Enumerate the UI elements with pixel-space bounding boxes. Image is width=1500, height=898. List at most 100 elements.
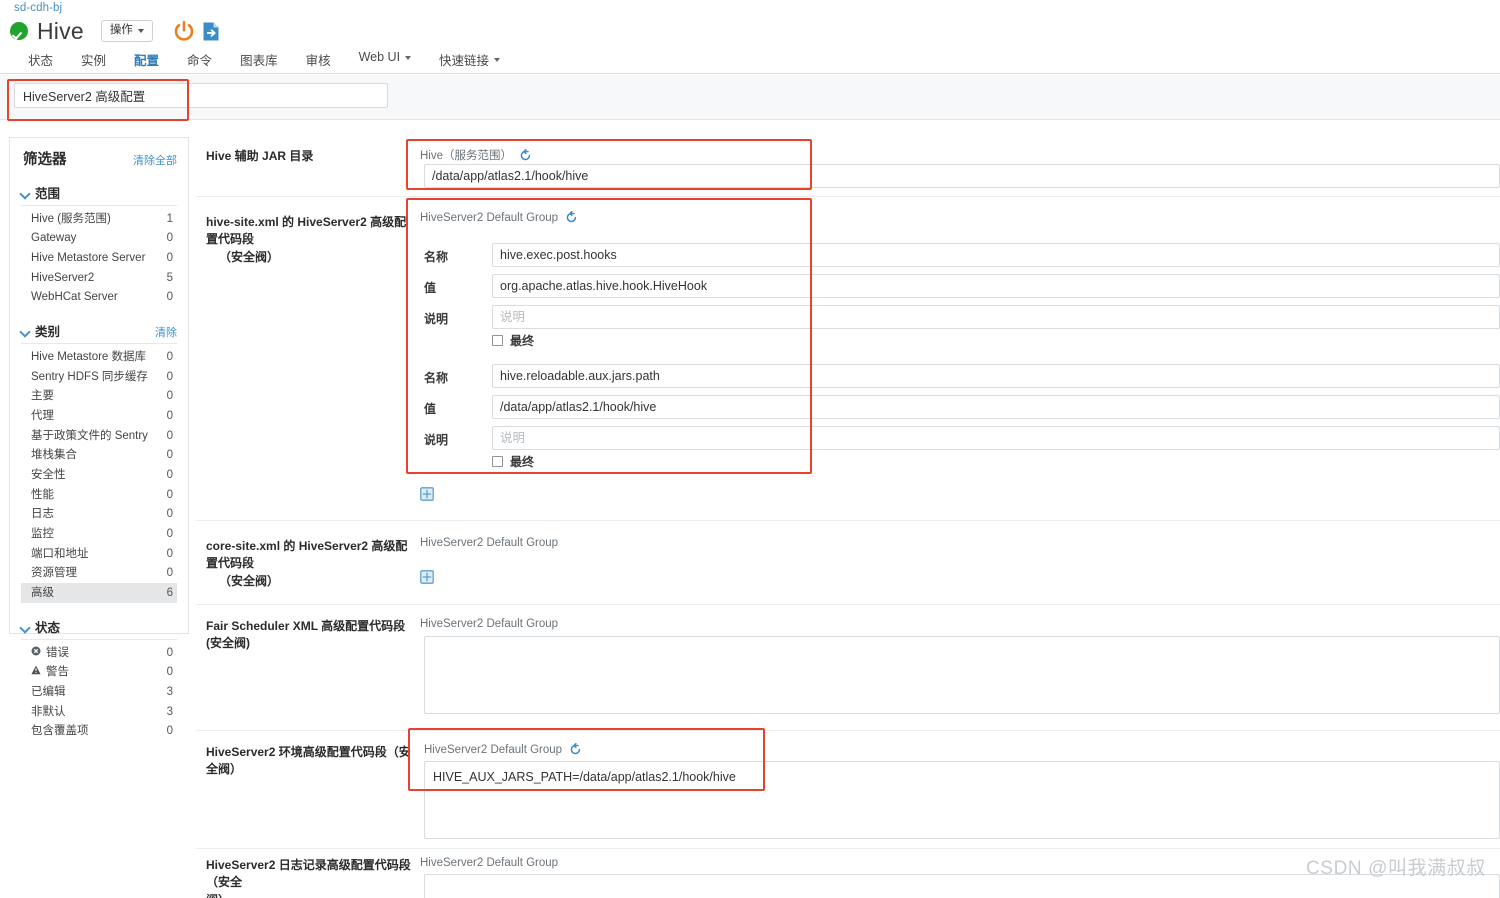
export-client-config-icon[interactable] [201,21,222,42]
sidebar-item-monitoring[interactable]: 监控 0 [21,524,177,544]
breadcrumb-cluster-link[interactable]: sd-cdh-bj [14,2,62,14]
config-scope-line: HiveServer2 Default Group [420,857,558,869]
filter-item-count: 5 [166,271,173,284]
tab-configuration[interactable]: 配置 [120,50,173,78]
property-name-label: 名称 [424,250,449,264]
reset-to-default-icon[interactable] [565,211,578,224]
config-scope-label: HiveServer2 Default Group [420,857,559,869]
config-label: HiveServer2 环境高级配置代码段（安全阀） [206,744,418,779]
tab-audits[interactable]: 审核 [292,50,345,77]
filter-item-count: 0 [166,666,173,679]
power-restart-icon[interactable] [174,20,194,42]
sidebar-item-logs[interactable]: 日志 0 [21,505,177,525]
config-label-text: hive-site.xml 的 HiveServer2 高级配置代码段 [206,215,407,247]
property-value-input-1[interactable] [492,395,1500,419]
sidebar-item-policy-file-sentry[interactable]: 基于政策文件的 Sentry 0 [21,426,177,446]
sidebar-item-hiveserver2[interactable]: HiveServer2 5 [21,268,177,288]
property-final-checkbox-row-1[interactable]: 最终 [492,453,534,470]
sidebar-item-hive-service-wide[interactable]: Hive (服务范围) 1 [21,209,177,229]
config-label-text: HiveServer2 日志记录高级配置代码段（安全 [206,858,411,890]
search-input[interactable] [14,83,388,108]
sidebar-item-webhcat-server[interactable]: WebHCat Server 0 [21,288,177,308]
reset-to-default-icon[interactable] [519,148,532,162]
config-scope-label: HiveServer2 Default Group [420,618,559,630]
actions-dropdown-label: 操作 [109,24,133,37]
config-label-subtext: （安全阀） [219,249,280,264]
config-scope-line: HiveServer2 Default Group [420,211,578,224]
sidebar-item-gateway[interactable]: Gateway 0 [21,229,177,249]
warning-icon [31,664,42,681]
property-name-input-0[interactable] [492,243,1500,267]
filter-item-label: 高级 [31,586,54,599]
reset-to-default-icon[interactable] [569,743,582,756]
sidebar-item-proxy[interactable]: 代理 0 [21,406,177,426]
config-label-subtext: （安全阀） [219,573,280,588]
filter-group-status: 状态 错误 0 警告 0 已编辑 3 非默认 3 包含覆盖项 0 [10,617,188,741]
tab-status[interactable]: 状态 [14,50,67,77]
page-title: Hive [37,17,84,44]
filter-item-label: Sentry HDFS 同步缓存 [31,370,148,383]
filter-item-count: 0 [166,409,173,422]
property-description-input-0[interactable] [492,305,1500,329]
header-icon-group [174,20,222,42]
sidebar-item-advanced[interactable]: 高级 6 [21,583,177,604]
fair-scheduler-xml-textarea[interactable] [424,636,1500,714]
sidebar-item-ports-and-addresses[interactable]: 端口和地址 0 [21,544,177,564]
tab-label: 配置 [134,54,160,68]
config-row-fair-scheduler-xml: Fair Scheduler XML 高级配置代码段(安全阀) HiveServ… [196,604,1500,730]
tab-charts-library[interactable]: 图表库 [226,50,292,77]
sidebar-item-warnings[interactable]: 警告 0 [21,663,177,683]
property-value-input-0[interactable] [492,274,1500,298]
add-property-icon[interactable] [420,487,434,501]
filter-item-label: 错误 [46,646,69,659]
sidebar-item-sentry-hdfs-sync-cache[interactable]: Sentry HDFS 同步缓存 0 [21,367,177,387]
filter-item-label: WebHCat Server [31,291,118,304]
clear-category-filters-link[interactable]: 清除 [155,324,177,340]
sidebar-item-performance[interactable]: 性能 0 [21,485,177,505]
filter-item-count: 0 [166,449,173,462]
filter-item-label: 堆栈集合 [31,449,77,462]
property-description-input-1[interactable] [492,426,1500,450]
hive-aux-jars-dir-input[interactable] [424,164,1500,188]
sidebar-item-errors[interactable]: 错误 0 [21,643,177,663]
clear-all-filters-link[interactable]: 清除全部 [133,152,177,168]
filter-group-category-header[interactable]: 类别 清除 [21,321,177,345]
filter-item-count: 0 [166,429,173,442]
sidebar-item-stacks-collection[interactable]: 堆栈集合 0 [21,446,177,466]
tab-commands[interactable]: 命令 [173,50,226,77]
sidebar-item-hive-metastore-database[interactable]: Hive Metastore 数据库 0 [21,347,177,367]
filter-item-count: 0 [166,468,173,481]
property-final-checkbox-row-0[interactable]: 最终 [492,332,534,349]
add-property-icon[interactable] [420,570,434,584]
actions-dropdown-button[interactable]: 操作 [100,20,153,42]
sidebar-item-resource-management[interactable]: 资源管理 0 [21,564,177,584]
chevron-down-icon [21,623,30,632]
property-final-checkbox-0[interactable] [492,335,503,346]
sidebar-item-non-default[interactable]: 非默认 3 [21,702,177,722]
chevron-down-icon [21,189,30,198]
property-final-checkbox-1[interactable] [492,456,503,467]
filter-item-count: 0 [166,251,173,264]
filter-item-label: HiveServer2 [31,271,95,284]
sidebar-item-security[interactable]: 安全性 0 [21,465,177,485]
filter-item-label: 监控 [31,527,54,540]
tab-instances[interactable]: 实例 [67,50,120,77]
filter-group-status-header[interactable]: 状态 [21,617,177,641]
property-final-label: 最终 [510,334,535,348]
sidebar-item-hive-metastore-server[interactable]: Hive Metastore Server 0 [21,248,177,268]
hiveserver2-env-safety-valve-textarea[interactable] [424,761,1500,839]
sidebar-item-edited[interactable]: 已编辑 3 [21,682,177,702]
tab-quick-links[interactable]: 快速链接 [425,50,514,77]
config-label-subtext: 阀） [206,892,418,898]
filter-item-label: 主要 [31,390,54,403]
filter-item-count: 0 [166,646,173,659]
property-name-input-1[interactable] [492,364,1500,388]
sidebar-item-main[interactable]: 主要 0 [21,387,177,407]
tab-web-ui[interactable]: Web UI [345,50,425,72]
config-label: core-site.xml 的 HiveServer2 高级配置代码段 （安全阀… [206,538,418,590]
config-search-row [0,75,1500,120]
chevron-down-icon [494,58,501,62]
sidebar-item-has-overrides[interactable]: 包含覆盖项 0 [21,722,177,742]
filter-group-scope: 范围 Hive (服务范围) 1 Gateway 0 Hive Metastor… [10,183,188,307]
filter-group-scope-header[interactable]: 范围 [21,183,177,206]
